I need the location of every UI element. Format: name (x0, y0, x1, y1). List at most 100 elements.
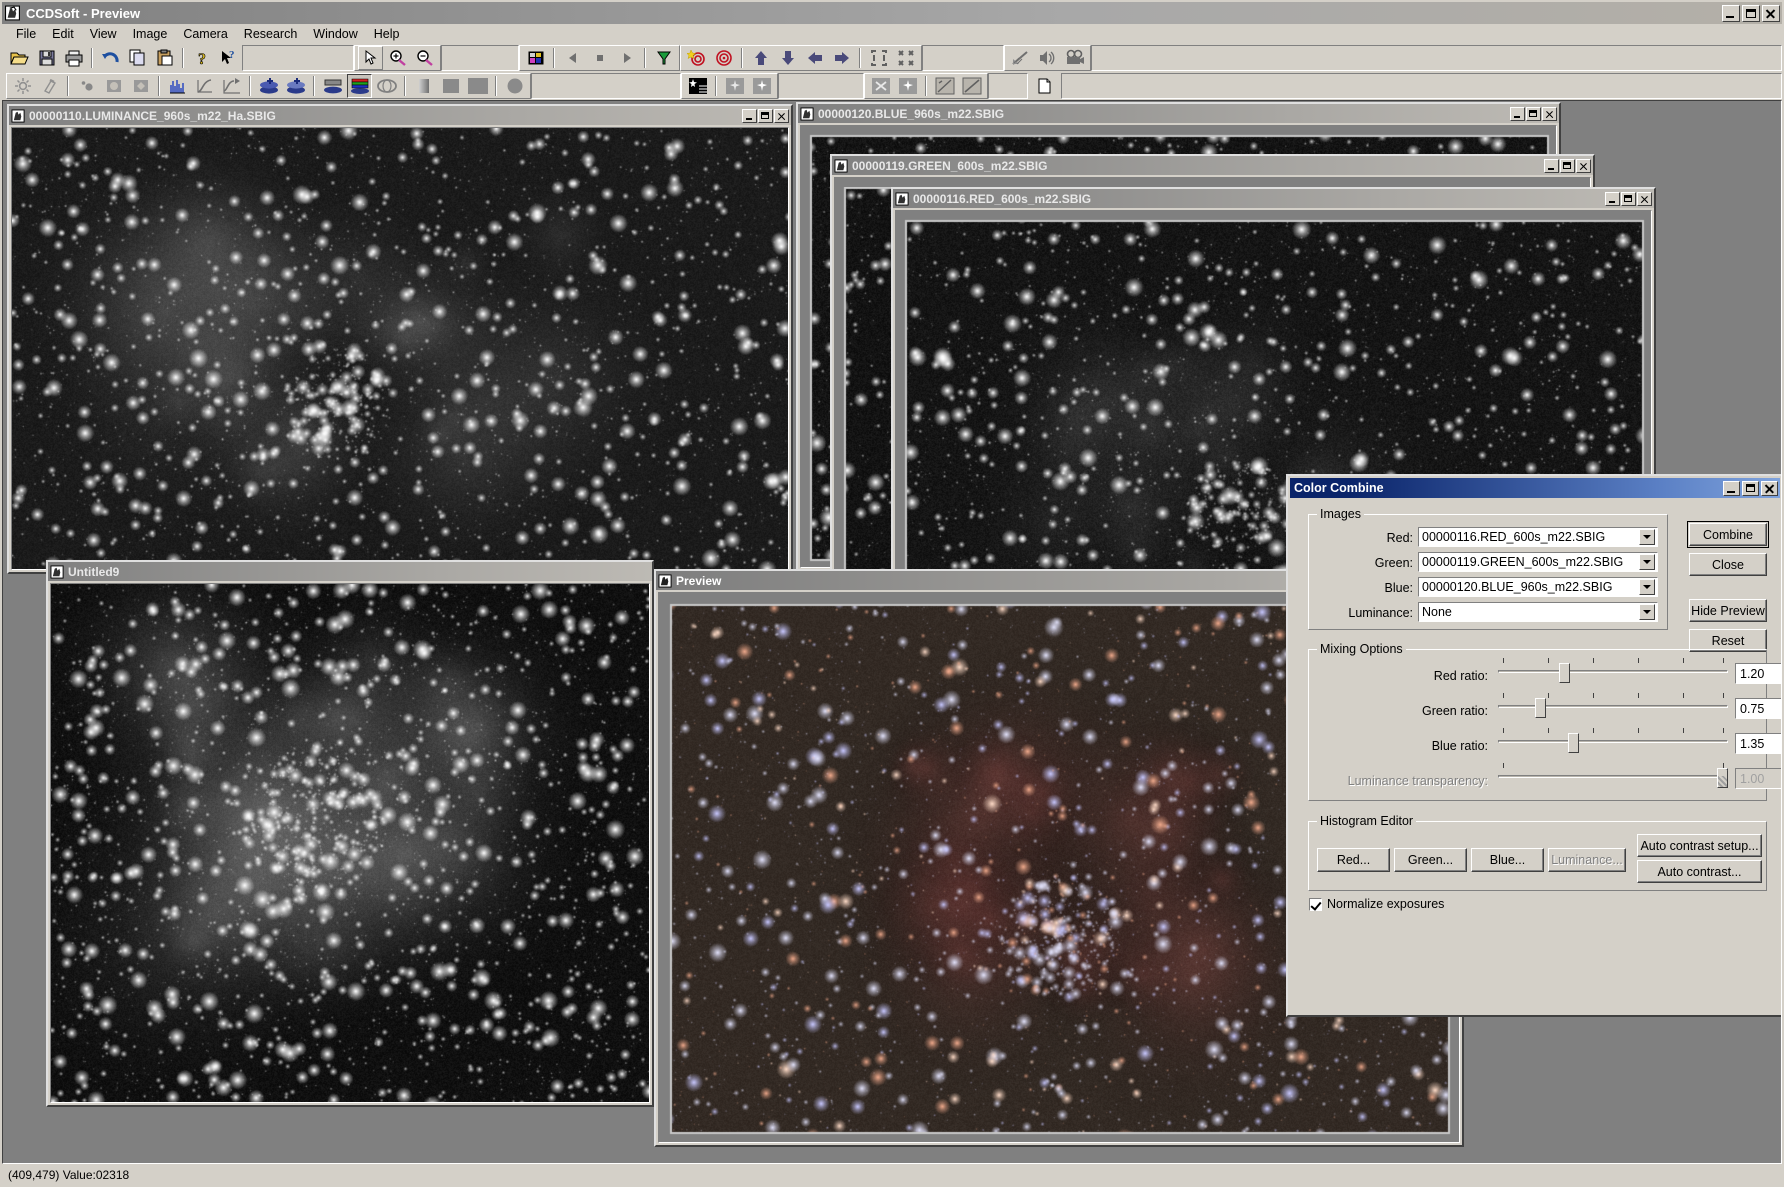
luminance-window[interactable]: 00000110.LUMINANCE_960s_m22_Ha.SBIG (7, 104, 793, 574)
luminance-maximize-button[interactable] (758, 108, 773, 123)
dialog-minimize-button[interactable] (1723, 480, 1740, 496)
square-large-icon[interactable] (465, 74, 490, 98)
red-ratio-thumb[interactable] (1559, 663, 1570, 683)
curve-icon[interactable] (192, 74, 217, 98)
blue-window-titlebar[interactable]: 00000120.BLUE_960s_m22.SBIG (798, 104, 1559, 123)
dot-pair-icon[interactable] (74, 74, 99, 98)
auto-contrast-button[interactable]: Auto contrast... (1637, 860, 1762, 883)
zoom-in-icon[interactable] (385, 46, 410, 70)
movie-camera-icon[interactable] (1062, 46, 1087, 70)
pen-graph-icon[interactable] (1008, 46, 1033, 70)
combine-button[interactable]: Combine (1687, 521, 1769, 548)
blue-close-button[interactable] (1542, 106, 1557, 121)
menu-item-image[interactable]: Image (125, 25, 176, 43)
menu-item-camera[interactable]: Camera (175, 25, 235, 43)
open-file-icon[interactable] (7, 46, 32, 70)
luminance-minimize-button[interactable] (742, 108, 757, 123)
next-frame-icon[interactable] (614, 46, 639, 70)
menu-item-edit[interactable]: Edit (44, 25, 82, 43)
luminance-image-combo[interactable]: None (1418, 602, 1658, 622)
pointer-icon[interactable] (358, 46, 383, 70)
histogram-blue-button[interactable]: Blue... (1471, 848, 1544, 872)
diagonal-line-icon[interactable] (959, 74, 984, 98)
green-ratio-value[interactable]: 0.75 (1735, 698, 1781, 719)
untitled9-window-titlebar[interactable]: Untitled9 (48, 562, 652, 581)
green-maximize-button[interactable] (1560, 158, 1575, 173)
filter-wheel-icon[interactable] (651, 46, 676, 70)
brightness-icon[interactable] (10, 74, 35, 98)
green-minimize-button[interactable] (1544, 158, 1559, 173)
square-fill-icon[interactable] (438, 74, 463, 98)
flashlight-icon[interactable] (37, 74, 62, 98)
prev-frame-icon[interactable] (560, 46, 585, 70)
menu-item-research[interactable]: Research (236, 25, 306, 43)
menu-item-file[interactable]: File (8, 25, 44, 43)
red-ratio-value[interactable]: 1.20 (1735, 663, 1781, 684)
dialog-maximize-button[interactable] (1742, 480, 1759, 496)
move-left-icon[interactable] (802, 46, 827, 70)
star-grid-icon[interactable] (685, 74, 710, 98)
line-measure-icon[interactable] (932, 74, 957, 98)
menu-item-window[interactable]: Window (305, 25, 365, 43)
new-doc-icon[interactable] (1032, 74, 1057, 98)
add-layer-icon[interactable] (256, 74, 281, 98)
menu-item-view[interactable]: View (82, 25, 125, 43)
move-right-icon[interactable] (829, 46, 854, 70)
layers-rotate-icon[interactable] (374, 74, 399, 98)
save-file-icon[interactable] (34, 46, 59, 70)
chevron-down-icon[interactable] (1639, 554, 1655, 570)
green-image-combo[interactable]: 00000119.GREEN_600s_m22.SBIG (1418, 552, 1658, 572)
star-dim2-icon[interactable] (749, 74, 774, 98)
hide-preview-button[interactable]: Hide Preview (1689, 599, 1767, 622)
dialog-title-bar[interactable]: Color Combine (1290, 478, 1780, 498)
green-ratio-track[interactable] (1498, 705, 1728, 708)
target-star-icon[interactable] (684, 46, 709, 70)
histogram-green-button[interactable]: Green... (1394, 848, 1467, 872)
red-ratio-track[interactable] (1498, 670, 1728, 673)
red-minimize-button[interactable] (1605, 191, 1620, 206)
color-palette-icon[interactable] (523, 46, 548, 70)
circle-box-icon[interactable] (101, 74, 126, 98)
context-help-icon[interactable]: ? (216, 46, 241, 70)
target-icon[interactable] (711, 46, 736, 70)
color-combine-dialog[interactable]: Color Combine Images Red: 00000116.RED_6… (1286, 474, 1781, 1017)
star-remove-icon[interactable] (868, 74, 893, 98)
auto-contrast-setup-button[interactable]: Auto contrast setup... (1637, 834, 1762, 857)
circle-fill-icon[interactable] (502, 74, 527, 98)
close-button[interactable]: Close (1689, 553, 1767, 576)
green-window-titlebar[interactable]: 00000119.GREEN_600s_m22.SBIG (832, 156, 1593, 175)
sound-icon[interactable] (1035, 46, 1060, 70)
layers-gray-icon[interactable] (320, 74, 345, 98)
move-up-icon[interactable] (748, 46, 773, 70)
chevron-down-icon[interactable] (1639, 604, 1655, 620)
copy-icon[interactable] (125, 46, 150, 70)
star-add-icon[interactable] (895, 74, 920, 98)
stop-icon[interactable] (587, 46, 612, 70)
transfer-curve-icon[interactable] (219, 74, 244, 98)
expand-frame-icon[interactable] (866, 46, 891, 70)
gradient-bar-icon[interactable] (411, 74, 436, 98)
help-icon[interactable]: ? (189, 46, 214, 70)
print-icon[interactable] (61, 46, 86, 70)
normalize-exposures-checkbox[interactable]: Normalize exposures (1309, 897, 1444, 911)
undo-icon[interactable] (98, 46, 123, 70)
untitled9-window[interactable]: Untitled9 (46, 560, 654, 1107)
blue-minimize-button[interactable] (1510, 106, 1525, 121)
blue-ratio-thumb[interactable] (1568, 733, 1579, 753)
luminance-window-titlebar[interactable]: 00000110.LUMINANCE_960s_m22_Ha.SBIG (9, 106, 791, 125)
histogram-red-button[interactable]: Red... (1317, 848, 1390, 872)
red-maximize-button[interactable] (1621, 191, 1636, 206)
luminance-close-button[interactable] (774, 108, 789, 123)
paste-icon[interactable] (152, 46, 177, 70)
untitled9-image[interactable] (51, 584, 649, 1102)
zoom-out-icon[interactable] (412, 46, 437, 70)
diamond-box-icon[interactable] (128, 74, 153, 98)
blue-image-combo[interactable]: 00000120.BLUE_960s_m22.SBIG (1418, 577, 1658, 597)
red-window-titlebar[interactable]: 00000116.RED_600s_m22.SBIG (893, 189, 1654, 208)
menu-item-help[interactable]: Help (366, 25, 408, 43)
blue-ratio-track[interactable] (1498, 740, 1728, 743)
red-image-combo[interactable]: 00000116.RED_600s_m22.SBIG (1418, 527, 1658, 547)
luminance-image[interactable] (12, 128, 788, 569)
move-down-icon[interactable] (775, 46, 800, 70)
dialog-close-button[interactable] (1761, 480, 1778, 496)
